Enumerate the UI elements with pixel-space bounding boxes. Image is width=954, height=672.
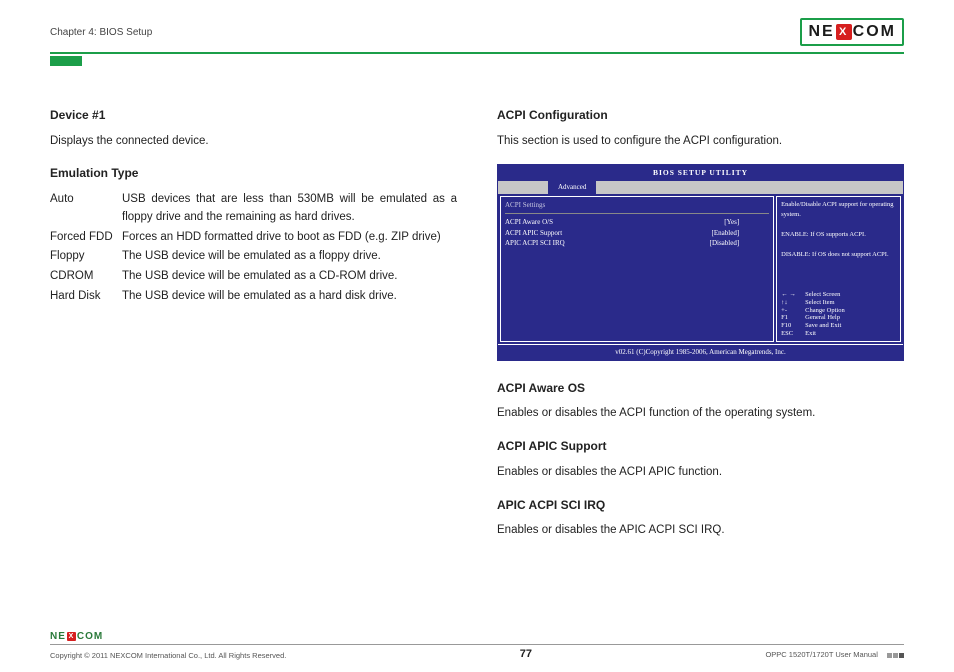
content-columns: Device #1 Displays the connected device.… [50, 106, 904, 554]
bios-left-panel: ACPI Settings ACPI Aware O/S[Yes] ACPI A… [500, 196, 774, 342]
bios-row-apic: ACPI APIC Support[Enabled] [505, 228, 769, 239]
term-cdrom: CDROM [50, 268, 122, 286]
acpi-config-heading: ACPI Configuration [497, 106, 904, 125]
acpi-aware-heading: ACPI Aware OS [497, 379, 904, 398]
chapter-label: Chapter 4: BIOS Setup [50, 27, 152, 38]
device-heading: Device #1 [50, 106, 457, 125]
desc-forced-fdd: Forces an HDD formatted drive to boot as… [122, 229, 457, 247]
acpi-config-desc: This section is used to configure the AC… [497, 133, 904, 151]
footer-logo: NEXCOM [50, 631, 103, 642]
bios-row-aware: ACPI Aware O/S[Yes] [505, 217, 769, 228]
apic-sci-desc: Enables or disables the APIC ACPI SCI IR… [497, 522, 904, 540]
bios-nav-legend: ← →Select Screen ↑↓Select Item +-Change … [781, 291, 896, 338]
header: Chapter 4: BIOS Setup NEXCOM [50, 0, 904, 52]
term-floppy: Floppy [50, 248, 122, 266]
bios-help-text: Enable/Disable ACPI support for operatin… [781, 200, 896, 260]
brand-logo: NEXCOM [800, 18, 904, 46]
acpi-apic-desc: Enables or disables the ACPI APIC functi… [497, 464, 904, 482]
bios-title: BIOS SETUP UTILITY [498, 165, 903, 181]
acpi-aware-desc: Enables or disables the ACPI function of… [497, 405, 904, 423]
term-auto: Auto [50, 191, 122, 227]
desc-cdrom: The USB device will be emulated as a CD-… [122, 268, 457, 286]
bios-body: ACPI Settings ACPI Aware O/S[Yes] ACPI A… [498, 194, 903, 344]
footer: NEXCOM Copyright © 2011 NEXCOM Internati… [50, 626, 904, 660]
footer-line: Copyright © 2011 NEXCOM International Co… [50, 648, 904, 660]
desc-floppy: The USB device will be emulated as a flo… [122, 248, 457, 266]
term-harddisk: Hard Disk [50, 288, 122, 306]
x-icon: X [836, 24, 852, 40]
device-desc: Displays the connected device. [50, 133, 457, 151]
manual-label: OPPC 1520T/1720T User Manual [765, 650, 904, 660]
header-rule [50, 52, 904, 54]
copyright: Copyright © 2011 NEXCOM International Co… [50, 651, 286, 660]
emulation-table: Auto USB devices that are less than 530M… [50, 191, 457, 306]
corner-squares-icon [886, 651, 904, 660]
bios-section: ACPI Settings [505, 200, 769, 214]
desc-harddisk: The USB device will be emulated as a har… [122, 288, 457, 306]
acpi-apic-heading: ACPI APIC Support [497, 437, 904, 456]
desc-auto: USB devices that are less than 530MB wil… [122, 191, 457, 227]
header-accent [50, 56, 82, 66]
left-column: Device #1 Displays the connected device.… [50, 106, 457, 554]
emulation-heading: Emulation Type [50, 164, 457, 183]
footer-rule [50, 644, 904, 645]
bios-row-sci: APIC ACPI SCI IRQ[Disabled] [505, 238, 769, 249]
right-column: ACPI Configuration This section is used … [497, 106, 904, 554]
page-number: 77 [520, 648, 532, 660]
bios-help-panel: Enable/Disable ACPI support for operatin… [776, 196, 901, 342]
bios-footer: v02.61 (C)Copyright 1985-2006, American … [498, 344, 903, 360]
bios-screenshot: BIOS SETUP UTILITY Advanced ACPI Setting… [497, 164, 904, 360]
x-icon: X [67, 632, 76, 641]
bios-tabs: Advanced [498, 181, 903, 194]
term-forced-fdd: Forced FDD [50, 229, 122, 247]
apic-sci-heading: APIC ACPI SCI IRQ [497, 496, 904, 515]
bios-tab-advanced: Advanced [548, 181, 596, 194]
